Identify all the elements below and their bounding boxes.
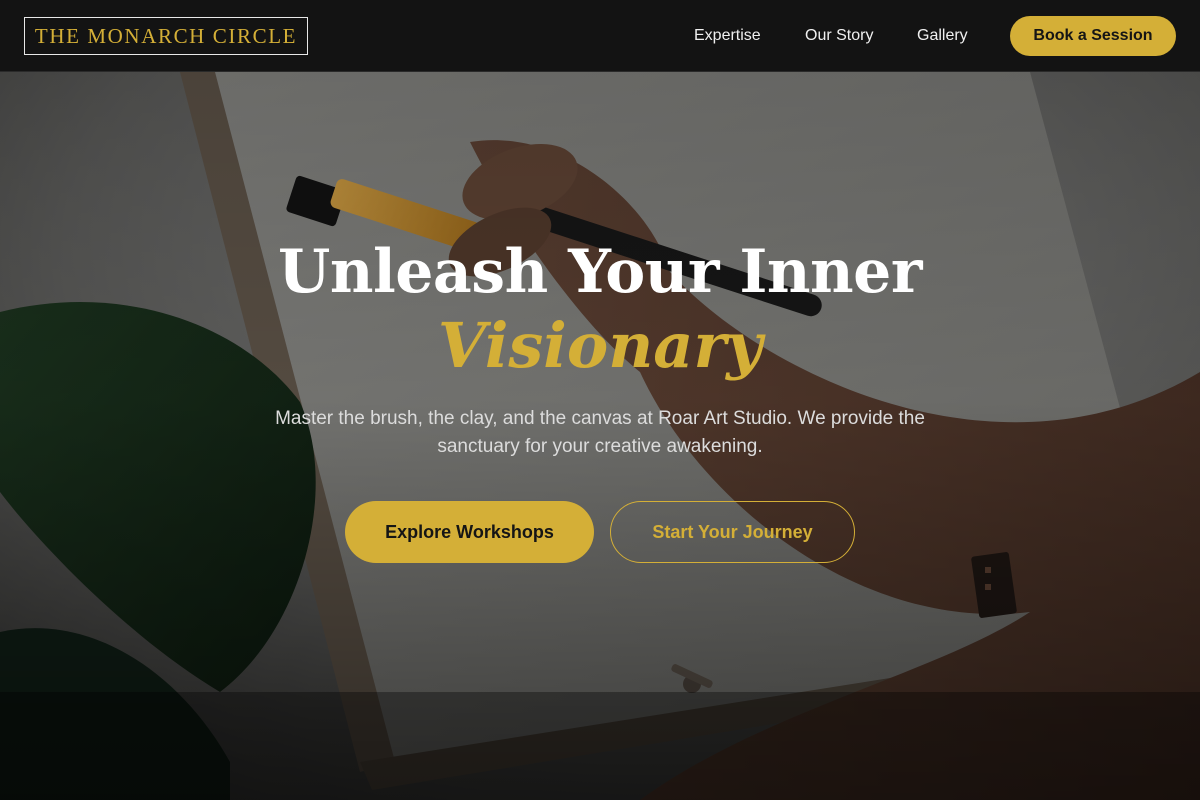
hero-headline: Unleash Your Inner [278, 237, 922, 307]
explore-workshops-button[interactable]: Explore Workshops [345, 501, 594, 563]
nav-link-gallery[interactable]: Gallery [917, 25, 968, 47]
start-journey-button[interactable]: Start Your Journey [610, 501, 855, 563]
book-session-button[interactable]: Book a Session [1010, 16, 1176, 56]
top-nav: THE MONARCH CIRCLE Expertise Our Story G… [0, 0, 1200, 72]
hero-section: Unleash Your Inner Visionary Master the … [0, 72, 1200, 800]
brand-logo[interactable]: THE MONARCH CIRCLE [24, 17, 308, 55]
nav-link-our-story[interactable]: Our Story [805, 25, 873, 47]
nav-link-expertise[interactable]: Expertise [694, 25, 761, 47]
hero-subtitle: Master the brush, the clay, and the canv… [275, 408, 925, 457]
hero-headline-accent: Visionary [437, 309, 763, 382]
